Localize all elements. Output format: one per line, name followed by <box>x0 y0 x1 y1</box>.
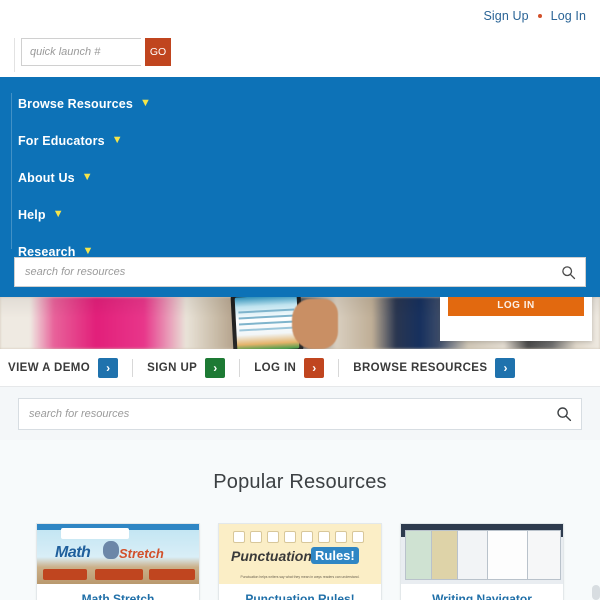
punctuation-key <box>250 531 262 543</box>
action-sign-up[interactable]: SIGN UP › <box>147 357 226 378</box>
hero-login-button-label: LOG IN <box>497 300 535 311</box>
search-icon[interactable] <box>547 399 581 429</box>
thumb-subtitle: Punctuation helps writers say what they … <box>240 575 360 579</box>
nav-search-bar <box>14 257 586 287</box>
nav-search-input[interactable] <box>15 258 551 286</box>
punctuation-key <box>267 531 279 543</box>
action-browse-resources[interactable]: BROWSE RESOURCES › <box>353 357 516 378</box>
action-separator <box>338 358 340 377</box>
log-in-link[interactable]: Log In <box>551 9 586 23</box>
punctuation-rules-thumbnail: Punctuation Rules! Punctuation helps wri… <box>219 524 381 584</box>
resource-card-writing-navigator[interactable]: Writing Navigator <box>400 523 564 600</box>
thumb-logo-accent: Rules! <box>311 547 359 564</box>
nav-item-help[interactable]: Help ▼ <box>18 196 151 233</box>
nav-left-rule <box>11 93 12 249</box>
action-label: BROWSE RESOURCES <box>353 361 488 374</box>
secondary-search-band <box>0 387 600 440</box>
hero-photo-strip: LOG IN <box>0 297 600 349</box>
chevron-down-icon: ▼ <box>111 134 123 146</box>
resource-card-punctuation-rules[interactable]: Punctuation Rules! Punctuation helps wri… <box>218 523 382 600</box>
chevron-right-icon: › <box>98 357 119 378</box>
thumb-banner <box>95 569 143 580</box>
hero-login-button[interactable]: LOG IN <box>448 297 584 316</box>
secondary-search-input[interactable] <box>19 398 547 429</box>
resource-card-title: Writing Navigator <box>432 592 532 600</box>
quick-launch-divider <box>14 38 15 72</box>
thumb-banner <box>43 569 87 580</box>
action-label: VIEW A DEMO <box>8 361 91 374</box>
thumb-logo-accent: Stretch <box>119 546 164 561</box>
chevron-right-icon: › <box>304 357 325 378</box>
action-view-a-demo[interactable]: VIEW A DEMO › <box>8 357 119 378</box>
nav-item-label: Browse Resources <box>18 96 133 111</box>
thumb-logo-main: Math <box>55 544 91 561</box>
chevron-right-icon: › <box>495 357 516 378</box>
punctuation-key <box>233 531 245 543</box>
utility-bar: Sign Up Log In <box>0 0 600 32</box>
quick-launch-go-button[interactable]: GO <box>145 38 171 66</box>
resource-card-math-stretch[interactable]: Math Stretch Math Stretch <box>36 523 200 600</box>
punctuation-key <box>318 531 330 543</box>
thumb-window <box>527 530 561 580</box>
link-separator-dot <box>537 14 542 18</box>
search-icon[interactable] <box>551 258 585 286</box>
punctuation-key <box>335 531 347 543</box>
chevron-right-icon: › <box>205 357 226 378</box>
action-separator <box>239 358 241 377</box>
action-label: LOG IN <box>254 361 297 374</box>
action-bar: VIEW A DEMO › SIGN UP › LOG IN › BROWSE … <box>0 349 600 387</box>
nav-item-for-educators[interactable]: For Educators ▼ <box>18 122 151 159</box>
action-label: SIGN UP <box>147 361 198 374</box>
writing-navigator-thumbnail <box>401 524 563 584</box>
chevron-down-icon: ▼ <box>81 171 93 183</box>
nav-item-label: About Us <box>18 170 75 185</box>
hero-phone-screen <box>234 297 300 349</box>
sign-up-link[interactable]: Sign Up <box>483 9 528 23</box>
resource-card-title: Punctuation Rules! <box>245 592 355 600</box>
owl-icon <box>103 541 119 559</box>
thumb-banner <box>149 569 195 580</box>
chevron-down-icon: ▼ <box>139 97 151 109</box>
math-stretch-thumbnail: Math Stretch <box>37 524 199 584</box>
nav-item-browse-resources[interactable]: Browse Resources ▼ <box>18 85 151 122</box>
thumb-logo-main: Punctuation <box>231 548 312 564</box>
quick-launch-form: GO <box>21 38 171 66</box>
popular-resources-section: Popular Resources Math Stretch Math Stre… <box>0 440 600 600</box>
nav-item-list: Browse Resources ▼ For Educators ▼ About… <box>18 85 151 270</box>
page-root: Sign Up Log In GO Browse Resources ▼ For… <box>0 0 600 600</box>
resource-card-list: Math Stretch Math Stretch Punctuation Ru… <box>0 523 600 600</box>
quick-launch-input[interactable] <box>21 38 141 66</box>
thumb-tooltip <box>61 528 129 539</box>
action-separator <box>132 358 134 377</box>
punctuation-key <box>352 531 364 543</box>
punctuation-key <box>284 531 296 543</box>
popular-resources-heading: Popular Resources <box>213 471 387 493</box>
resource-card-title: Math Stretch <box>81 592 155 600</box>
scrollbar-thumb[interactable] <box>592 585 600 600</box>
punctuation-key <box>301 531 313 543</box>
chevron-down-icon: ▼ <box>52 208 64 220</box>
action-log-in[interactable]: LOG IN › <box>254 357 325 378</box>
quick-launch-row: GO <box>0 32 600 77</box>
nav-item-label: For Educators <box>18 133 105 148</box>
main-navigation-panel: Browse Resources ▼ For Educators ▼ About… <box>0 77 600 297</box>
nav-item-about-us[interactable]: About Us ▼ <box>18 159 151 196</box>
hero-hand <box>292 299 338 349</box>
chevron-down-icon: ▼ <box>82 245 94 257</box>
secondary-search-bar <box>18 397 582 430</box>
nav-item-label: Help <box>18 207 46 222</box>
